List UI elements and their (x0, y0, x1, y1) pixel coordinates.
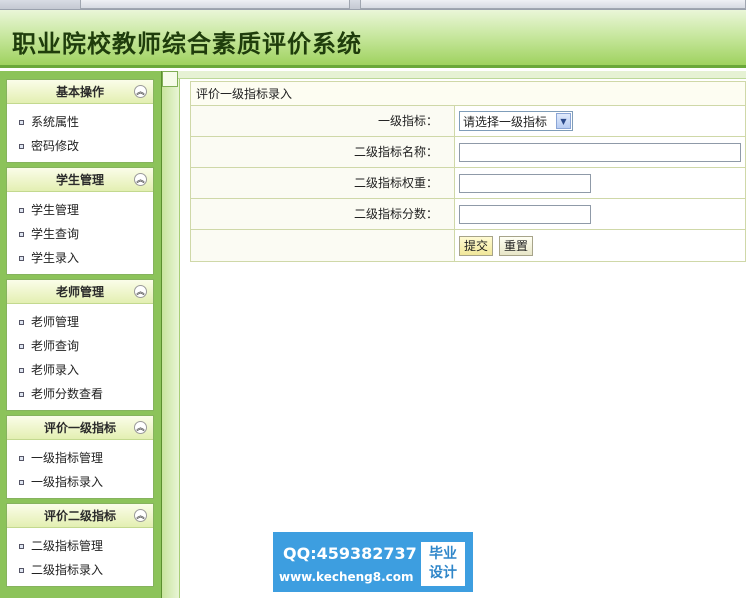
app-title: 职业院校教师综合素质评价系统 (12, 29, 362, 58)
sidebar-item-student-entry[interactable]: 学生录入 (7, 246, 153, 270)
watermark-badge: 毕业 设计 (421, 542, 465, 586)
field-label: 二级指标名称： (191, 137, 455, 167)
panel-title: 基本操作 (55, 85, 104, 99)
form-row-name: 二级指标名称： (191, 137, 745, 168)
sidebar-item-label: 二级指标录入 (31, 563, 104, 577)
sidebar-item-system-properties[interactable]: 系统属性 (7, 110, 153, 134)
panel-title: 评价一级指标 (43, 421, 116, 435)
watermark-qq: QQ:459382737 (283, 544, 417, 563)
bullet-icon (19, 319, 24, 325)
sidebar-panel-students: 学生管理 ︽ 学生管理 学生查询 学生录入 (6, 167, 154, 275)
sidebar-item-label: 学生查询 (31, 227, 80, 241)
watermark-url: www.kecheng8.com (279, 570, 414, 584)
sidebar-item-label: 老师管理 (31, 315, 80, 329)
frame-splitter[interactable] (162, 71, 180, 598)
sidebar-item-student-query[interactable]: 学生查询 (7, 222, 153, 246)
reset-button[interactable]: 重置 (499, 235, 534, 256)
form-row-actions: 提交 重置 (191, 230, 745, 261)
bullet-icon (19, 143, 24, 149)
bullet-icon (19, 567, 24, 573)
level2-name-input[interactable] (459, 142, 741, 162)
sidebar-item-label: 系统属性 (31, 115, 80, 129)
sidebar-panel-teachers: 老师管理 ︽ 老师管理 老师查询 老师录入 老师分数查看 (6, 279, 154, 411)
bullet-icon (19, 479, 24, 485)
watermark-badge-line: 设计 (429, 565, 457, 581)
sidebar-item-teacher-manage[interactable]: 老师管理 (7, 310, 153, 334)
bullet-icon (19, 255, 24, 261)
entry-form: 评价一级指标录入 一级指标： 请选择一级指标 ▼ 二级指标名称： 二级指标权重：… (190, 81, 746, 262)
collapse-icon[interactable]: ︽ (134, 509, 147, 522)
panel-header[interactable]: 老师管理 ︽ (7, 280, 153, 304)
sidebar-item-student-manage[interactable]: 学生管理 (7, 198, 153, 222)
frame-toggle[interactable] (162, 71, 178, 87)
field-label: 二级指标权重： (191, 168, 455, 198)
browser-tab-strip (0, 0, 746, 10)
sidebar: 基本操作 ︽ 系统属性 密码修改 学生管理 ︽ 学生管理 学生查询 学生录入 老… (0, 71, 162, 598)
sidebar-item-change-password[interactable]: 密码修改 (7, 134, 153, 158)
select-value: 请选择一级指标 (463, 114, 548, 129)
bullet-icon (19, 455, 24, 461)
form-row-weight: 二级指标权重： (191, 168, 745, 199)
sidebar-item-level1-manage[interactable]: 一级指标管理 (7, 446, 153, 470)
watermark-badge-line: 毕业 (429, 546, 457, 562)
level1-select[interactable]: 请选择一级指标 ▼ (459, 111, 573, 131)
sidebar-item-label: 老师录入 (31, 363, 80, 377)
collapse-icon[interactable]: ︽ (134, 421, 147, 434)
sidebar-item-level2-manage[interactable]: 二级指标管理 (7, 534, 153, 558)
panel-header[interactable]: 学生管理 ︽ (7, 168, 153, 192)
chevron-down-icon[interactable]: ▼ (556, 113, 571, 129)
panel-header[interactable]: 评价二级指标 ︽ (7, 504, 153, 528)
field-label-empty (191, 230, 455, 261)
frame-top-edge (162, 71, 746, 79)
panel-header[interactable]: 评价一级指标 ︽ (7, 416, 153, 440)
watermark-banner: QQ:459382737 www.kecheng8.com 毕业 设计 (273, 532, 473, 592)
bullet-icon (19, 343, 24, 349)
panel-title: 评价二级指标 (43, 509, 116, 523)
sidebar-item-label: 二级指标管理 (31, 539, 104, 553)
submit-button[interactable]: 提交 (459, 235, 494, 256)
panel-header[interactable]: 基本操作 ︽ (7, 80, 153, 104)
sidebar-panel-basic: 基本操作 ︽ 系统属性 密码修改 (6, 79, 154, 163)
form-title: 评价一级指标录入 (191, 82, 745, 106)
collapse-icon[interactable]: ︽ (134, 173, 147, 186)
collapse-icon[interactable]: ︽ (134, 85, 147, 98)
sidebar-item-teacher-query[interactable]: 老师查询 (7, 334, 153, 358)
sidebar-item-label: 老师查询 (31, 339, 80, 353)
collapse-icon[interactable]: ︽ (134, 285, 147, 298)
sidebar-item-teacher-entry[interactable]: 老师录入 (7, 358, 153, 382)
bullet-icon (19, 119, 24, 125)
level2-weight-input[interactable] (459, 173, 591, 193)
sidebar-item-level2-entry[interactable]: 二级指标录入 (7, 558, 153, 582)
sidebar-item-label: 老师分数查看 (31, 387, 104, 401)
level2-score-input[interactable] (459, 204, 591, 224)
sidebar-item-label: 一级指标管理 (31, 451, 104, 465)
bullet-icon (19, 231, 24, 237)
panel-title: 老师管理 (55, 285, 104, 299)
bullet-icon (19, 543, 24, 549)
sidebar-item-label: 一级指标录入 (31, 475, 104, 489)
sidebar-item-teacher-scores[interactable]: 老师分数查看 (7, 382, 153, 406)
browser-tab[interactable] (360, 0, 746, 9)
sidebar-item-label: 密码修改 (31, 139, 80, 153)
sidebar-panel-level1: 评价一级指标 ︽ 一级指标管理 一级指标录入 (6, 415, 154, 499)
bullet-icon (19, 391, 24, 397)
sidebar-item-label: 学生录入 (31, 251, 80, 265)
sidebar-panel-level2: 评价二级指标 ︽ 二级指标管理 二级指标录入 (6, 503, 154, 587)
field-label: 二级指标分数： (191, 199, 455, 229)
sidebar-item-level1-entry[interactable]: 一级指标录入 (7, 470, 153, 494)
browser-tab[interactable] (80, 0, 350, 9)
bullet-icon (19, 207, 24, 213)
header-banner: 职业院校教师综合素质评价系统 (0, 10, 746, 68)
bullet-icon (19, 367, 24, 373)
panel-title: 学生管理 (55, 173, 104, 187)
sidebar-item-label: 学生管理 (31, 203, 80, 217)
field-label: 一级指标： (191, 106, 455, 136)
form-row-level1: 一级指标： 请选择一级指标 ▼ (191, 106, 745, 137)
form-row-score: 二级指标分数： (191, 199, 745, 230)
